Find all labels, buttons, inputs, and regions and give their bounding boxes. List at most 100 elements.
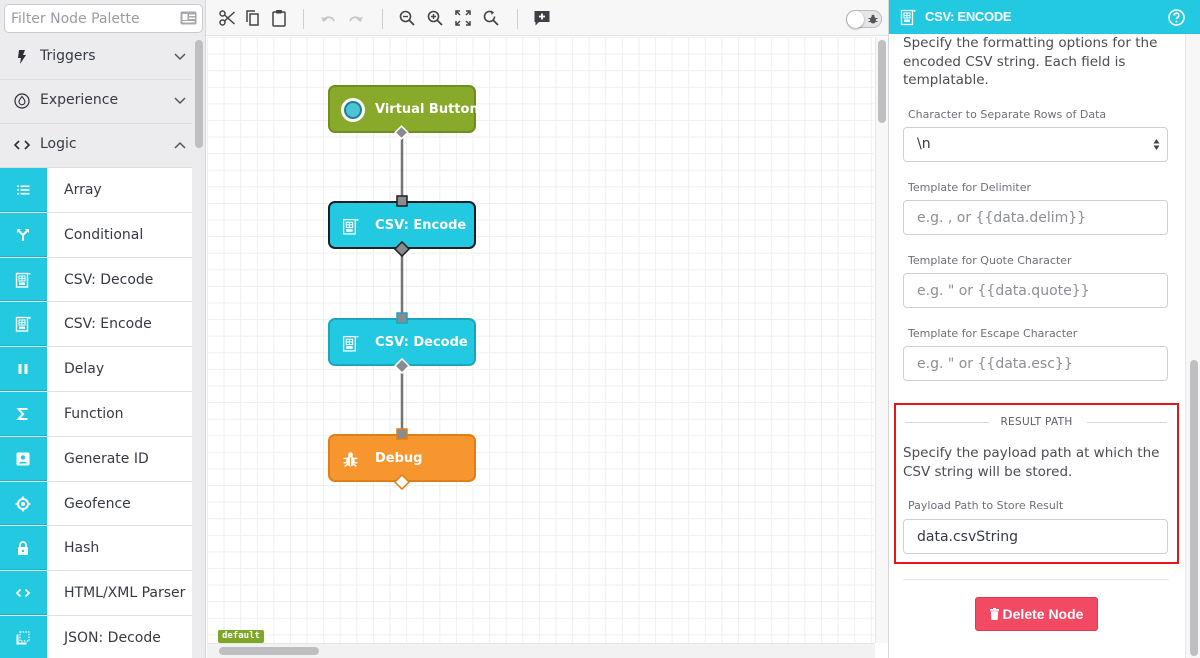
escape-character-label: Template for Escape Character xyxy=(908,327,1078,340)
list-icon xyxy=(17,185,30,195)
row-separator-label: Character to Separate Rows of Data xyxy=(908,108,1107,121)
id-card-filter-icon[interactable] xyxy=(180,11,197,25)
csv-encode-icon xyxy=(15,316,31,333)
delimiter-input[interactable] xyxy=(903,200,1168,235)
cut-icon[interactable] xyxy=(218,9,236,27)
chevron-down-icon xyxy=(174,53,186,61)
canvas-horizontal-scrollbar[interactable] xyxy=(207,643,875,658)
add-comment-icon[interactable] xyxy=(533,9,551,27)
palette-node-geofence[interactable]: Geofence xyxy=(0,481,192,527)
palette-list: Triggers Experience Logic Array Conditio… xyxy=(0,36,192,658)
palette-node-label: Array xyxy=(64,182,102,198)
node-label: CSV: Encode xyxy=(375,218,467,233)
panel-vertical-scrollbar[interactable] xyxy=(1185,34,1200,658)
workflow-canvas-area: Virtual Button CSV: Encode CSV: Decode D… xyxy=(206,0,888,658)
help-icon[interactable] xyxy=(1168,9,1185,26)
palette-node-json-decode[interactable]: JSON: Decode xyxy=(0,615,192,658)
fit-to-screen-icon[interactable] xyxy=(454,9,472,27)
palette-node-generate-id[interactable]: Generate ID xyxy=(0,436,192,482)
panel-body: Specify the formatting options for the e… xyxy=(889,34,1185,658)
category-triggers[interactable]: Triggers xyxy=(0,36,192,80)
panel-title: CSV: ENCODE xyxy=(925,9,1012,24)
palette-node-label: HTML/XML Parser xyxy=(64,585,186,602)
palette-filter[interactable] xyxy=(4,4,203,33)
pause-icon xyxy=(18,364,28,375)
result-path-input[interactable] xyxy=(903,519,1168,554)
zoom-out-icon[interactable] xyxy=(398,9,416,27)
bug-icon xyxy=(343,452,358,467)
palette-node-delay[interactable]: Delay xyxy=(0,347,192,392)
node-label: CSV: Decode xyxy=(375,335,468,350)
escape-character-input[interactable] xyxy=(903,346,1168,381)
workflow-node-csv-decode[interactable]: CSV: Decode xyxy=(328,318,476,366)
chevron-down-icon xyxy=(174,97,186,105)
palette-node-hash[interactable]: Hash xyxy=(0,526,192,572)
id-card-icon xyxy=(16,452,30,466)
csv-decode-icon xyxy=(342,335,359,352)
code-icon xyxy=(14,140,30,150)
palette-node-label: Conditional xyxy=(64,226,144,243)
canvas-vertical-scrollbar[interactable] xyxy=(875,37,888,643)
palette-node-label: Geofence xyxy=(64,495,131,512)
quote-character-input[interactable] xyxy=(903,273,1168,308)
debug-mode-toggle[interactable] xyxy=(846,10,882,28)
row-separator-select[interactable]: \n xyxy=(903,127,1168,162)
bolt-icon xyxy=(18,50,26,64)
quote-character-label: Template for Quote Character xyxy=(908,254,1072,267)
code-icon xyxy=(15,589,31,598)
version-badge[interactable]: default xyxy=(218,630,264,643)
category-logic[interactable]: Logic xyxy=(0,124,192,168)
palette-node-csv-decode[interactable]: CSV: Decode xyxy=(0,257,192,303)
palette-node-label: Generate ID xyxy=(64,450,149,467)
panel-intro-text: Specify the formatting options for the e… xyxy=(903,35,1158,88)
workflow-node-csv-encode[interactable]: CSV: Encode xyxy=(328,201,476,249)
branch-icon xyxy=(17,228,29,241)
palette-node-label: CSV: Encode xyxy=(64,316,152,333)
palette-scrollbar[interactable] xyxy=(195,40,203,148)
paste-icon[interactable] xyxy=(270,9,288,27)
toolbar-divider xyxy=(303,9,304,29)
row-separator-value: \n xyxy=(917,136,931,152)
drop-icon xyxy=(14,93,30,109)
sigma-icon xyxy=(16,407,28,420)
crosshair-icon xyxy=(15,496,31,512)
copy-icon[interactable] xyxy=(244,9,262,27)
delete-node-button[interactable]: Delete Node xyxy=(975,597,1098,631)
reset-zoom-icon[interactable] xyxy=(482,9,500,27)
palette-node-label: JSON: Decode xyxy=(64,629,161,646)
trash-icon xyxy=(989,608,999,620)
workflow-node-virtual-button[interactable]: Virtual Button xyxy=(328,85,479,133)
chevron-up-icon xyxy=(174,141,186,149)
result-path-description: Specify the payload path at which the CS… xyxy=(903,445,1160,480)
undo-icon[interactable] xyxy=(319,9,337,27)
filter-node-palette-input[interactable] xyxy=(11,8,171,29)
palette-node-conditional[interactable]: Conditional xyxy=(0,212,192,258)
category-experience[interactable]: Experience xyxy=(0,80,192,124)
canvas-grid[interactable] xyxy=(207,37,874,643)
delete-node-label: Delete Node xyxy=(1002,606,1084,622)
palette-node-label: Delay xyxy=(64,361,105,378)
delimiter-label: Template for Delimiter xyxy=(908,181,1032,194)
palette-node-label: Hash xyxy=(64,540,100,557)
csv-decode-icon xyxy=(15,272,31,288)
toolbar-divider xyxy=(517,9,518,29)
toolbar-divider xyxy=(382,9,383,29)
virtual-button-icon xyxy=(341,98,365,122)
redo-icon[interactable] xyxy=(347,9,365,27)
palette-node-array[interactable]: Array xyxy=(0,168,192,213)
zoom-in-icon[interactable] xyxy=(426,9,444,27)
palette-node-csv-encode[interactable]: CSV: Encode xyxy=(0,302,192,348)
node-palette: Triggers Experience Logic Array Conditio… xyxy=(0,0,206,658)
canvas-toolbar xyxy=(206,0,888,36)
palette-node-label: Function xyxy=(64,405,124,422)
lock-icon xyxy=(18,541,28,556)
result-path-section: RESULT PATH Specify the payload path at … xyxy=(894,403,1179,564)
palette-node-function[interactable]: Function xyxy=(0,391,192,437)
palette-node-html-xml-parser[interactable]: HTML/XML Parser xyxy=(0,571,192,616)
select-arrows-icon xyxy=(1153,139,1160,150)
divider xyxy=(903,579,1169,580)
csv-encode-icon xyxy=(900,9,916,26)
csv-encode-icon xyxy=(342,218,359,235)
json-decode-icon xyxy=(16,631,30,645)
workflow-node-debug[interactable]: Debug xyxy=(328,434,476,482)
